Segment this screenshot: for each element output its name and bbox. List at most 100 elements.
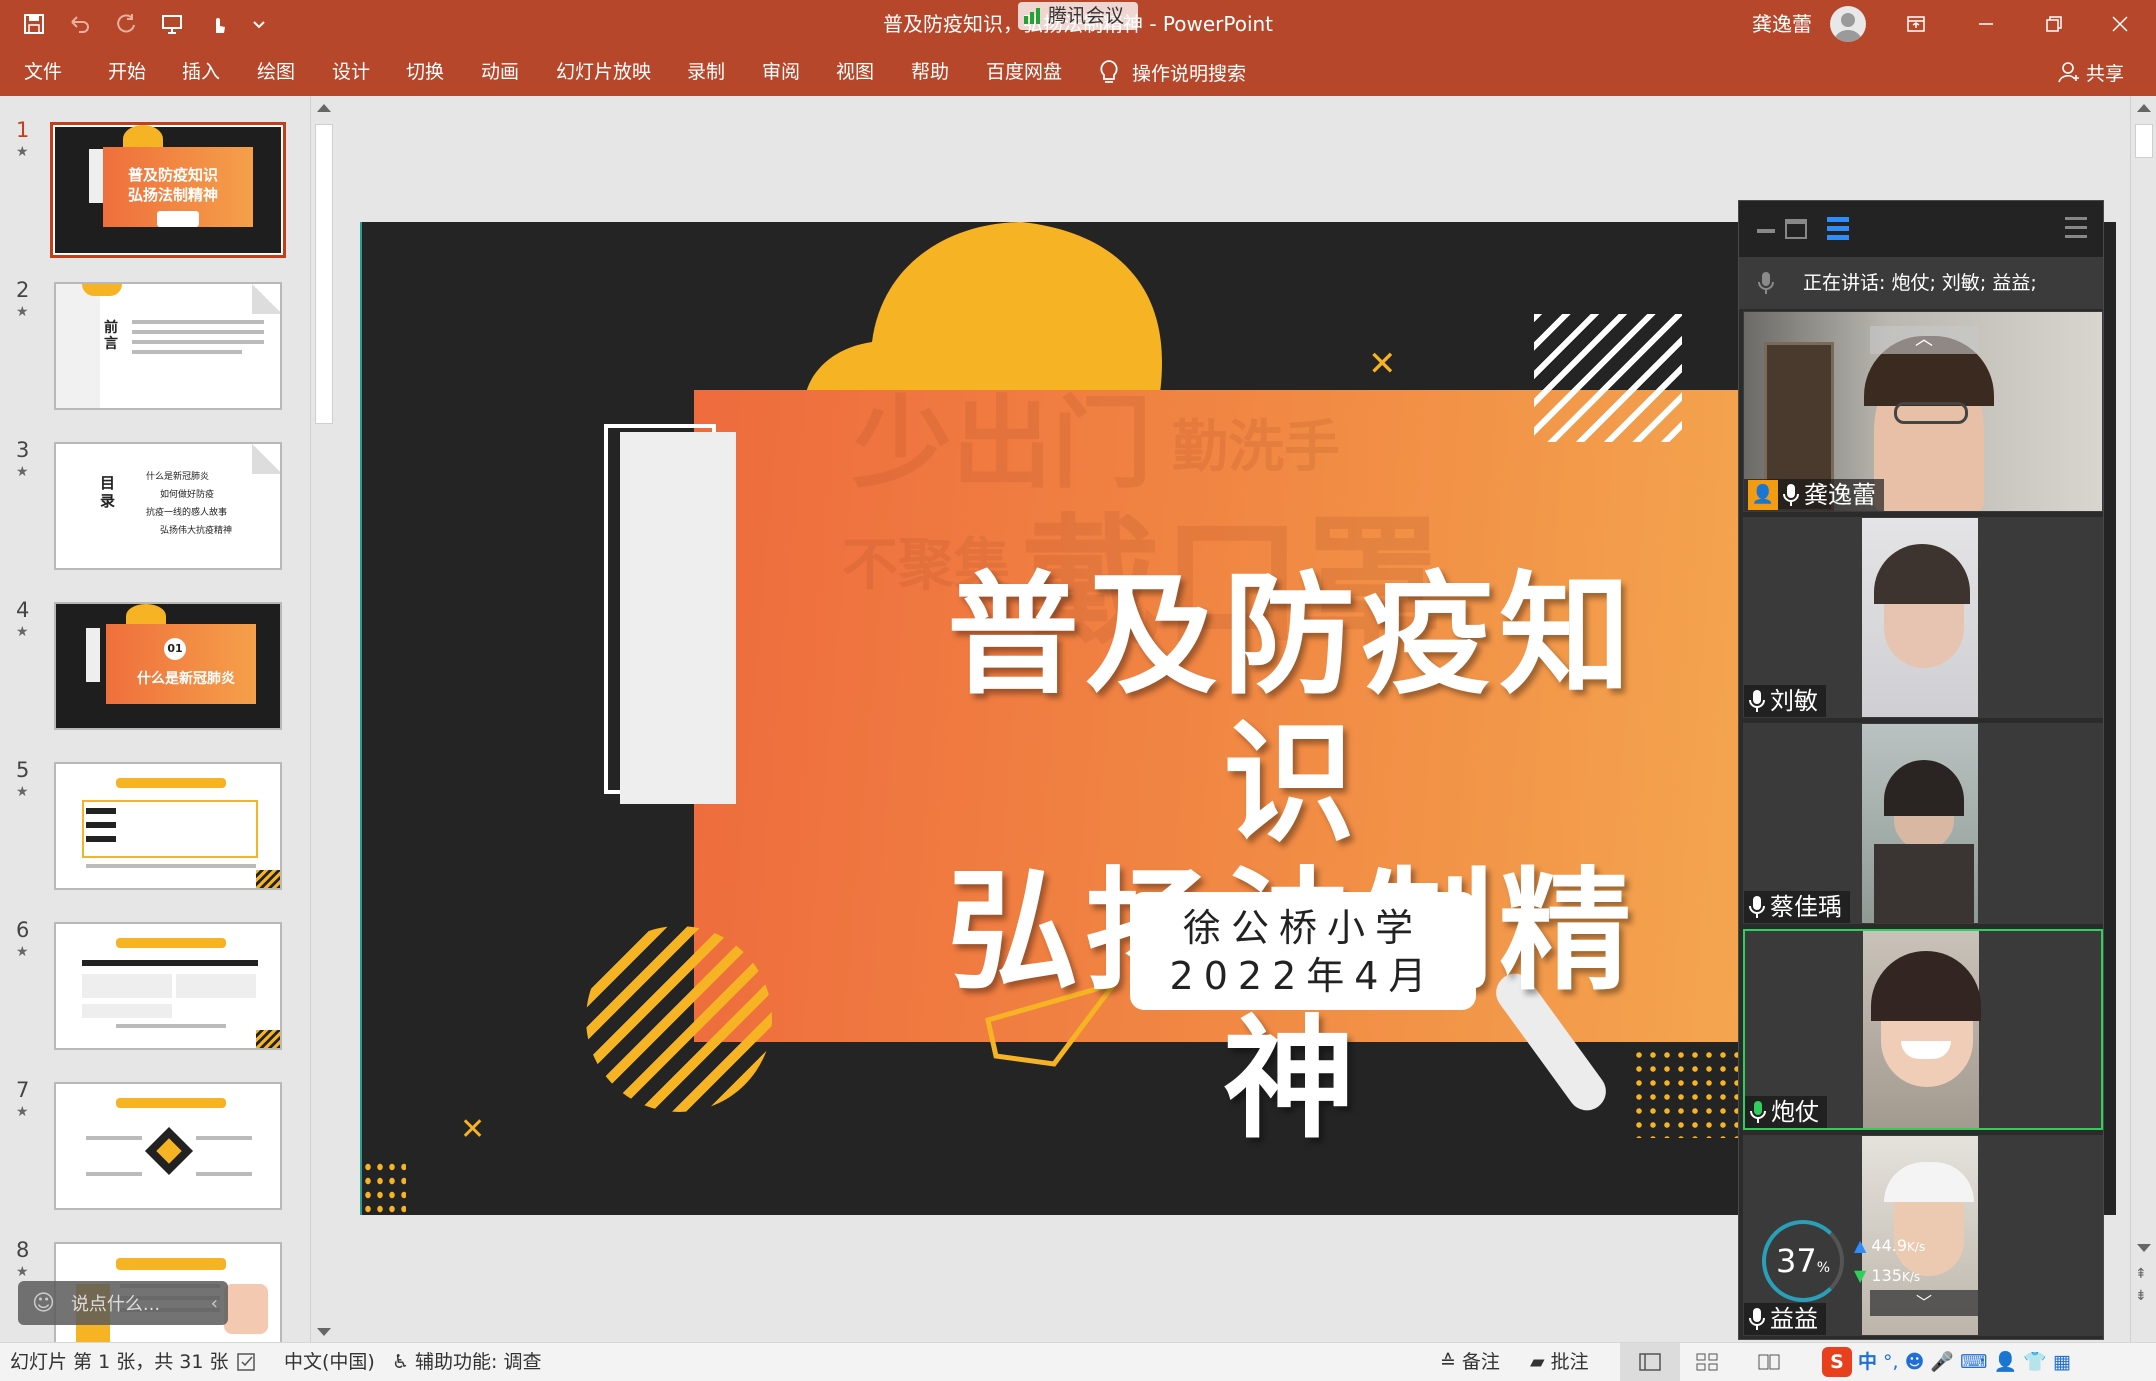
thumbnail-slide-2[interactable]: 前言	[54, 282, 282, 410]
quick-access-toolbar	[14, 8, 274, 40]
present-from-start-icon[interactable]	[152, 8, 192, 40]
notes-button[interactable]: ≙ 备注	[1440, 1343, 1500, 1381]
tab-record[interactable]: 录制	[683, 48, 729, 96]
network-status-widget[interactable]: 37%	[1762, 1220, 1844, 1302]
video-tile[interactable]: 刘敏	[1743, 517, 2103, 718]
host-icon: 👤	[1748, 480, 1778, 510]
accessibility-checker[interactable]: ♿ 辅助功能: 调查	[392, 1343, 542, 1381]
tab-help[interactable]: 帮助	[907, 48, 953, 96]
reading-view-icon[interactable]	[1758, 1343, 1780, 1381]
tab-transitions[interactable]: 切换	[402, 48, 448, 96]
slide-thumbnails-pane: 1 ★ 普及防疫知识 弘扬法制精神 2 ★ 前言 3 ★ 目录 什么是新冠肺炎 …	[0, 96, 336, 1342]
emoji-icon[interactable]: ☻	[1905, 1343, 1925, 1381]
user-icon[interactable]: 👤	[1993, 1343, 2017, 1381]
thumbnail-slide-5[interactable]	[54, 762, 282, 890]
punctuation-icon[interactable]: °,	[1883, 1343, 1899, 1381]
close-icon[interactable]	[2090, 0, 2150, 48]
undo-icon[interactable]	[60, 8, 100, 40]
menu-icon[interactable]	[2065, 217, 2087, 239]
meeting-indicator-label: 腾讯会议	[1048, 5, 1125, 27]
smiley-icon[interactable]: ☺	[32, 1291, 55, 1316]
sogou-ime-bar[interactable]: S 中 °, ☻ 🎤 ⌨ 👤 👕 ▦	[1822, 1343, 2071, 1381]
tell-me-search[interactable]: 操作说明搜索	[1098, 48, 1246, 96]
star-icon: ★	[16, 624, 29, 640]
tab-view[interactable]: 视图	[832, 48, 878, 96]
scroll-up-icon[interactable]	[2137, 104, 2151, 112]
list-layout-icon[interactable]	[1827, 217, 1849, 241]
restore-icon[interactable]	[2024, 0, 2084, 48]
scroll-up-icon[interactable]	[317, 104, 331, 112]
share-button[interactable]: 共享	[2058, 48, 2124, 96]
participant-name: 益益	[1770, 1305, 1818, 1333]
slide-title[interactable]: 普及防疫知识 弘扬法制精神	[902, 562, 1682, 1154]
thumbnail-slide-1[interactable]: 普及防疫知识 弘扬法制精神	[50, 122, 286, 258]
normal-view-icon[interactable]	[1620, 1343, 1680, 1381]
toc-item: 如何做好防疫	[160, 490, 215, 500]
thumbnail-slide-7[interactable]	[54, 1082, 282, 1210]
customize-toolbar-icon[interactable]	[244, 8, 274, 40]
comment-placeholder: 说点什么...	[70, 1294, 161, 1315]
download-unit: K/s	[1901, 1270, 1921, 1284]
tab-file[interactable]: 文件	[20, 48, 66, 96]
star-icon: ★	[16, 784, 29, 800]
participant-label: 👤 龚逸蕾	[1744, 479, 1884, 511]
video-tile[interactable]: 蔡佳瑀	[1743, 723, 2103, 924]
tab-home[interactable]: 开始	[104, 48, 150, 96]
editor-scrollbar[interactable]: ⇞ ⇟	[2130, 96, 2156, 1342]
slide-indicator[interactable]: 幻灯片 第 1 张，共 31 张	[10, 1343, 228, 1381]
toc-item: 抗疫一线的感人故事	[146, 508, 228, 518]
skin-icon[interactable]: 👕	[2023, 1343, 2047, 1381]
video-tile[interactable]: 37% ▲ 44.9K/s ▼ 135K/s ﹀ 益益	[1743, 1135, 2103, 1336]
comments-button[interactable]: ▰ 批注	[1530, 1343, 1589, 1381]
ime-mode-label: 中	[1858, 1351, 1878, 1373]
thumbnail-scrollbar[interactable]	[310, 96, 336, 1342]
thumbnail-slide-3[interactable]: 目录 什么是新冠肺炎 如何做好防疫 抗疫一线的感人故事 弘扬伟大抗疫精神	[54, 442, 282, 570]
ribbon-display-options-icon[interactable]	[1886, 0, 1946, 48]
star-icon: ★	[16, 1104, 29, 1120]
voice-icon[interactable]: 🎤	[1930, 1343, 1954, 1381]
tab-review[interactable]: 审阅	[758, 48, 804, 96]
scroll-down-icon[interactable]	[317, 1328, 331, 1336]
video-tile[interactable]: ︿ 👤 龚逸蕾	[1743, 311, 2103, 512]
tab-animations[interactable]: 动画	[477, 48, 523, 96]
tab-draw[interactable]: 绘图	[253, 48, 299, 96]
thumb-number: 4	[16, 598, 30, 622]
collapse-up-button[interactable]: ︿	[1870, 326, 1978, 354]
save-icon[interactable]	[14, 8, 54, 40]
minimize-panel-icon[interactable]	[1757, 229, 1775, 233]
keyboard-icon[interactable]: ⌨	[1960, 1343, 1987, 1381]
scroll-thumb[interactable]	[2135, 124, 2153, 158]
tab-baidu-netdisk[interactable]: 百度网盘	[982, 48, 1066, 96]
toolbox-icon[interactable]: ▦	[2053, 1343, 2071, 1381]
accessibility-label: 辅助功能: 调查	[415, 1351, 542, 1373]
spell-check-icon[interactable]	[236, 1343, 258, 1381]
video-tile-active[interactable]: 炮仗	[1743, 929, 2103, 1130]
thumbnail-slide-6[interactable]	[54, 922, 282, 1050]
school-name: 徐公桥小学	[1182, 906, 1423, 950]
thumb-title: 什么是新冠肺炎	[137, 671, 235, 687]
minimize-icon[interactable]	[1956, 0, 2016, 48]
slide-sorter-icon[interactable]	[1696, 1343, 1718, 1381]
next-slide-icon[interactable]: ⇟	[2135, 1288, 2147, 1304]
language-indicator[interactable]: 中文(中国)	[284, 1343, 375, 1381]
account-name[interactable]: 龚逸蕾	[1752, 0, 1812, 48]
redo-icon[interactable]	[106, 8, 146, 40]
title-bar: 普及防疫知识，弘扬法制精神 - PowerPoint 腾讯会议 龚逸蕾	[0, 0, 2156, 48]
scroll-thumb[interactable]	[315, 124, 333, 424]
expand-down-button[interactable]: ﹀	[1870, 1290, 1978, 1316]
meeting-indicator[interactable]: 腾讯会议	[1018, 2, 1139, 30]
avatar[interactable]	[1830, 6, 1866, 42]
person-icon	[2058, 62, 2079, 83]
tab-slideshow[interactable]: 幻灯片放映	[552, 48, 655, 96]
touch-mode-icon[interactable]	[198, 8, 238, 40]
tab-insert[interactable]: 插入	[178, 48, 224, 96]
school-date-box[interactable]: 徐公桥小学 2022年4月	[1130, 892, 1476, 1010]
thumbnail-slide-4[interactable]: 01 什么是新冠肺炎	[54, 602, 282, 730]
window-mode-icon[interactable]	[1785, 219, 1807, 239]
toc-item: 什么是新冠肺炎	[146, 472, 210, 482]
scroll-down-icon[interactable]	[2137, 1244, 2151, 1252]
previous-slide-icon[interactable]: ⇞	[2135, 1266, 2147, 1282]
chevron-left-icon[interactable]: ‹	[211, 1293, 218, 1314]
comment-input[interactable]: ☺ 说点什么... ‹	[18, 1281, 228, 1325]
tab-design[interactable]: 设计	[328, 48, 374, 96]
